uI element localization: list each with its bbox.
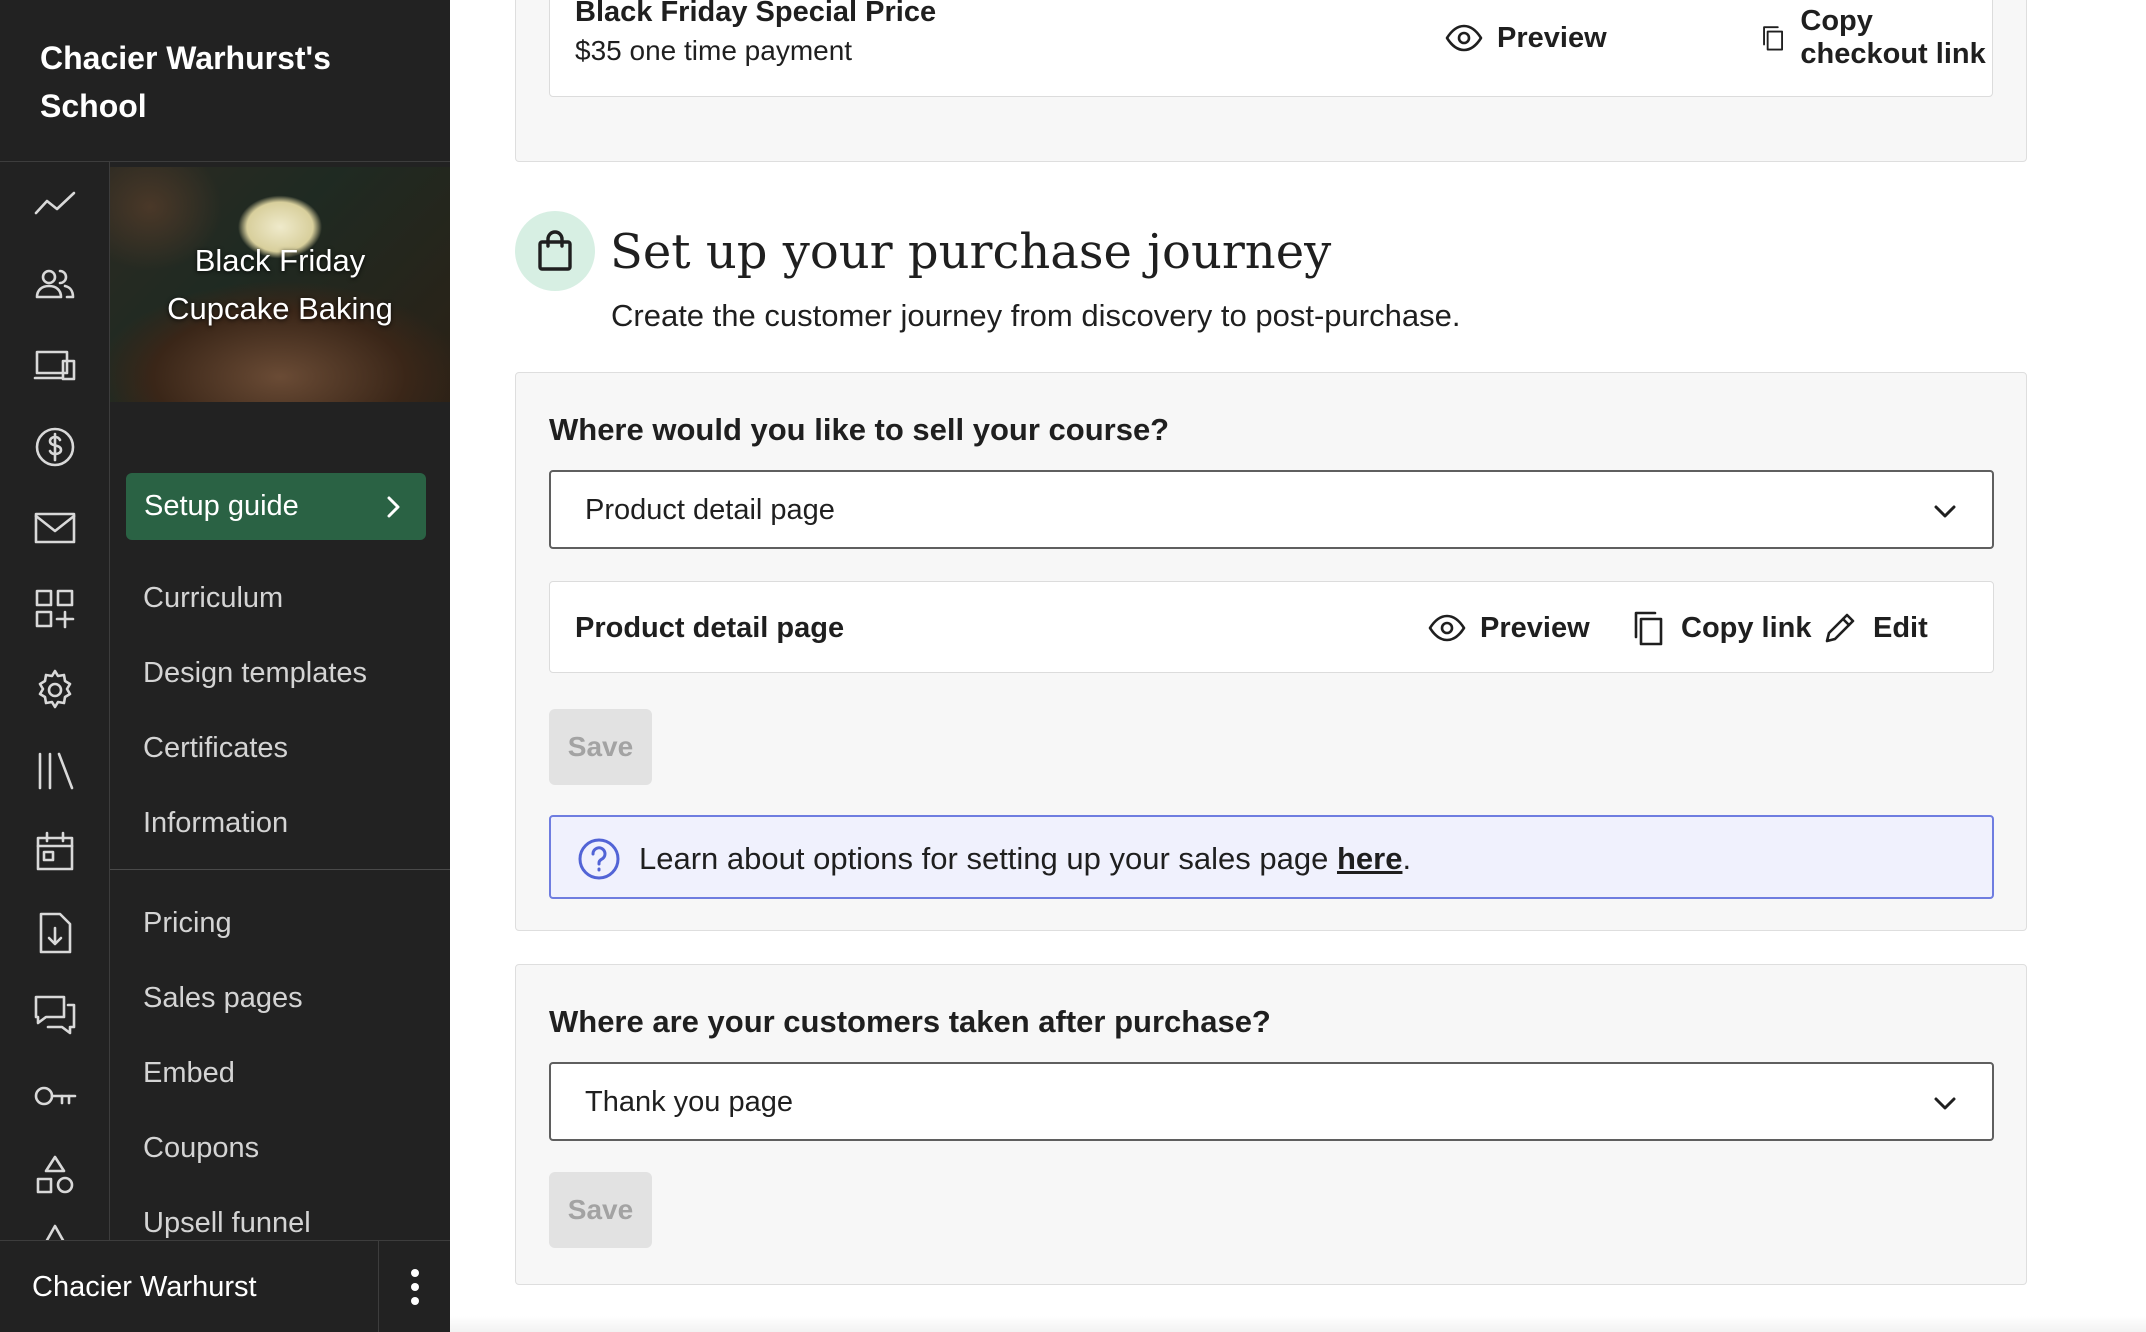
apps-icon[interactable] <box>32 586 78 632</box>
sell-location-select[interactable]: Product detail page <box>549 470 1994 549</box>
school-header[interactable]: Chacier Warhurst's School <box>0 0 450 162</box>
sell-location-question: Where would you like to sell your course… <box>549 412 1170 447</box>
copy-checkout-link-button[interactable]: Copy checkout link <box>1759 5 1992 70</box>
pricing-card: Black Friday Special Price $35 one time … <box>515 0 2027 162</box>
sell-location-card: Where would you like to sell your course… <box>515 372 2027 931</box>
pencil-icon <box>1825 613 1855 643</box>
nav-divider <box>110 869 450 870</box>
journey-title: Set up your purchase journey <box>610 224 1332 280</box>
info-message: Learn about options for setting up your … <box>639 841 1337 876</box>
library-icon[interactable] <box>32 748 78 794</box>
info-text: Learn about options for setting up your … <box>639 837 1411 881</box>
users-icon[interactable] <box>32 262 78 308</box>
nav-item-design-templates[interactable]: Design templates <box>143 653 367 693</box>
chevron-right-icon <box>387 496 400 517</box>
chevron-down-icon <box>1934 505 1956 518</box>
shapes-icon[interactable] <box>32 1153 78 1199</box>
after-purchase-question: Where are your customers taken after pur… <box>549 1004 1271 1039</box>
price-name: Black Friday Special Price <box>575 0 937 28</box>
sell-location-save-button[interactable]: Save <box>549 709 652 785</box>
after-purchase-selected: Thank you page <box>585 1086 793 1118</box>
shopping-bag-icon <box>538 230 572 271</box>
user-menu-separator <box>378 1241 379 1332</box>
sell-location-selected: Product detail page <box>585 494 835 526</box>
after-purchase-select[interactable]: Thank you page <box>549 1062 1994 1141</box>
info-suffix: . <box>1402 841 1412 876</box>
dollar-icon[interactable] <box>32 424 78 470</box>
eye-icon <box>1428 614 1466 642</box>
nav-item-pricing[interactable]: Pricing <box>143 903 232 943</box>
user-footer: Chacier Warhurst <box>0 1240 450 1332</box>
nav-item-embed[interactable]: Embed <box>143 1053 235 1093</box>
nav-item-coupons[interactable]: Coupons <box>143 1128 259 1168</box>
icon-rail <box>0 162 110 1240</box>
edit-label: Edit <box>1873 611 1928 644</box>
download-file-icon[interactable] <box>32 910 78 956</box>
copy-icon <box>1763 26 1784 51</box>
price-preview-label: Preview <box>1497 21 1607 54</box>
key-icon[interactable] <box>32 1072 78 1118</box>
devices-icon[interactable] <box>32 343 78 389</box>
nav-item-sales-pages[interactable]: Sales pages <box>143 978 303 1018</box>
setup-guide-button[interactable]: Setup guide <box>126 473 426 540</box>
price-preview-button[interactable]: Preview <box>1445 16 1607 60</box>
kebab-menu-icon <box>411 1269 419 1305</box>
shopping-bag-badge <box>515 211 595 291</box>
analytics-icon[interactable] <box>32 181 78 227</box>
mail-icon[interactable] <box>32 505 78 551</box>
detail-preview-button[interactable]: Preview <box>1428 606 1590 650</box>
copy-icon <box>1634 611 1663 646</box>
question-circle-icon <box>578 838 620 880</box>
bottom-edge <box>450 1316 2146 1332</box>
copy-link-button[interactable]: Copy link <box>1629 606 1812 650</box>
after-purchase-card: Where are your customers taken after pur… <box>515 964 2027 1285</box>
nav-item-upsell-funnel[interactable]: Upsell funnel <box>143 1203 311 1243</box>
user-menu-button[interactable] <box>395 1263 435 1311</box>
nav-item-certificates[interactable]: Certificates <box>143 728 288 768</box>
info-here-link[interactable]: here <box>1337 841 1402 876</box>
journey-subtitle: Create the customer journey from discove… <box>611 298 1461 333</box>
more-icon[interactable] <box>32 1220 78 1240</box>
gear-icon[interactable] <box>32 667 78 713</box>
school-name: Chacier Warhurst's School <box>40 40 331 124</box>
after-purchase-save-button[interactable]: Save <box>549 1172 652 1248</box>
info-banner: Learn about options for setting up your … <box>549 815 1994 899</box>
nav-item-curriculum[interactable]: Curriculum <box>143 578 283 618</box>
sidebar: Chacier Warhurst's School Black Friday C… <box>0 0 450 1332</box>
chat-icon[interactable] <box>32 991 78 1037</box>
copy-checkout-link-label: Copy checkout link <box>1800 5 1986 70</box>
copy-link-label: Copy link <box>1681 611 1812 644</box>
calendar-icon[interactable] <box>32 829 78 875</box>
course-thumbnail[interactable]: Black Friday Cupcake Baking <box>110 167 450 402</box>
user-name[interactable]: Chacier Warhurst <box>32 1267 257 1307</box>
product-detail-row: Product detail page Preview Copy link Ed… <box>549 581 1994 673</box>
main-content: Black Friday Special Price $35 one time … <box>450 0 2146 1332</box>
detail-preview-label: Preview <box>1480 611 1590 644</box>
nav-item-information[interactable]: Information <box>143 803 288 843</box>
price-row: Black Friday Special Price $35 one time … <box>549 0 1993 97</box>
chevron-down-icon <box>1934 1097 1956 1110</box>
setup-guide-label: Setup guide <box>144 490 299 522</box>
eye-icon <box>1445 24 1483 52</box>
course-title: Black Friday Cupcake Baking <box>167 242 393 326</box>
product-detail-label: Product detail page <box>575 612 845 644</box>
edit-button[interactable]: Edit <box>1821 606 1928 650</box>
price-detail: $35 one time payment <box>575 35 853 66</box>
